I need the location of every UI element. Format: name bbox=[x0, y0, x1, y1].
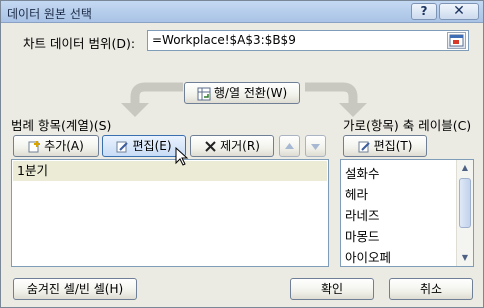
dialog-title: 데이터 원본 선택 bbox=[7, 7, 92, 21]
hidden-empty-cells-button[interactable]: 숨겨진 셀/빈 셀(H) bbox=[13, 278, 137, 300]
ok-button[interactable]: 확인 bbox=[290, 278, 374, 300]
edit-series-button[interactable]: 편집(E) bbox=[102, 135, 186, 157]
cancel-button[interactable]: 취소 bbox=[389, 278, 473, 300]
edit-axis-labels-button[interactable]: 편집(T) bbox=[343, 135, 427, 157]
select-data-source-dialog: 데이터 원본 선택 ? ✕ 차트 데이터 범위(D): =Workplace!$… bbox=[0, 0, 484, 308]
help-button[interactable]: ? bbox=[411, 3, 437, 20]
axis-label-item[interactable]: 헤라 bbox=[345, 184, 368, 203]
collapse-dialog-icon bbox=[449, 34, 464, 47]
switch-arrow-right-icon bbox=[305, 82, 367, 117]
axis-label-item[interactable]: 마몽드 bbox=[345, 226, 380, 245]
switch-row-column-icon bbox=[197, 87, 211, 100]
cancel-label: 취소 bbox=[419, 282, 443, 296]
switch-row-column-label: 행/열 전환(W) bbox=[213, 86, 288, 100]
chart-data-range-label: 차트 데이터 범위(D): bbox=[23, 36, 136, 51]
switch-arrow-left-icon bbox=[121, 82, 183, 117]
move-up-icon bbox=[285, 143, 294, 149]
legend-entries-list[interactable]: 1분기 bbox=[11, 159, 329, 267]
remove-series-label: 제거(R) bbox=[220, 139, 260, 153]
legend-entries-label: 범례 항목(계열)(S) bbox=[11, 118, 112, 133]
close-button[interactable]: ✕ bbox=[439, 3, 479, 20]
remove-series-button[interactable]: 제거(R) bbox=[190, 135, 274, 157]
add-series-label: 추가(A) bbox=[44, 139, 84, 153]
edit-icon bbox=[358, 141, 370, 153]
move-up-button[interactable] bbox=[279, 135, 300, 157]
edit-series-label: 편집(E) bbox=[132, 139, 172, 153]
range-picker-button[interactable] bbox=[447, 32, 466, 49]
move-down-icon bbox=[311, 144, 320, 150]
scroll-thumb[interactable] bbox=[459, 178, 471, 228]
chart-data-range-value: =Workplace!$A$3:$B$9 bbox=[152, 33, 296, 47]
hidden-empty-cells-label: 숨겨진 셀/빈 셀(H) bbox=[26, 282, 124, 296]
chart-data-range-input[interactable]: =Workplace!$A$3:$B$9 bbox=[147, 30, 469, 51]
legend-entry-item[interactable]: 1분기 bbox=[13, 161, 327, 181]
move-down-button[interactable] bbox=[305, 135, 326, 157]
edit-axis-labels-label: 편집(T) bbox=[373, 139, 413, 153]
axis-label-item[interactable]: 라네즈 bbox=[345, 205, 380, 224]
axis-labels-scrollbar[interactable]: ▲ ▼ bbox=[456, 160, 473, 266]
ok-label: 확인 bbox=[320, 282, 344, 296]
switch-row-column-button[interactable]: 행/열 전환(W) bbox=[184, 82, 300, 104]
axis-label-item[interactable]: 설화수 bbox=[345, 163, 380, 182]
scroll-up-icon[interactable]: ▲ bbox=[457, 160, 473, 176]
axis-labels-label: 가로(항목) 축 레이블(C) bbox=[343, 118, 472, 133]
title-bar: 데이터 원본 선택 ? ✕ bbox=[1, 1, 483, 23]
edit-icon bbox=[116, 141, 129, 153]
axis-labels-list[interactable]: 설화수 헤라 라네즈 마몽드 아이오페 ▲ ▼ bbox=[340, 159, 474, 267]
mouse-pointer-icon bbox=[175, 147, 189, 166]
add-series-button[interactable]: 추가(A) bbox=[13, 135, 99, 157]
add-icon bbox=[28, 141, 41, 153]
axis-label-item[interactable]: 아이오페 bbox=[345, 247, 391, 266]
remove-icon bbox=[205, 141, 216, 152]
scroll-down-icon[interactable]: ▼ bbox=[457, 250, 473, 266]
